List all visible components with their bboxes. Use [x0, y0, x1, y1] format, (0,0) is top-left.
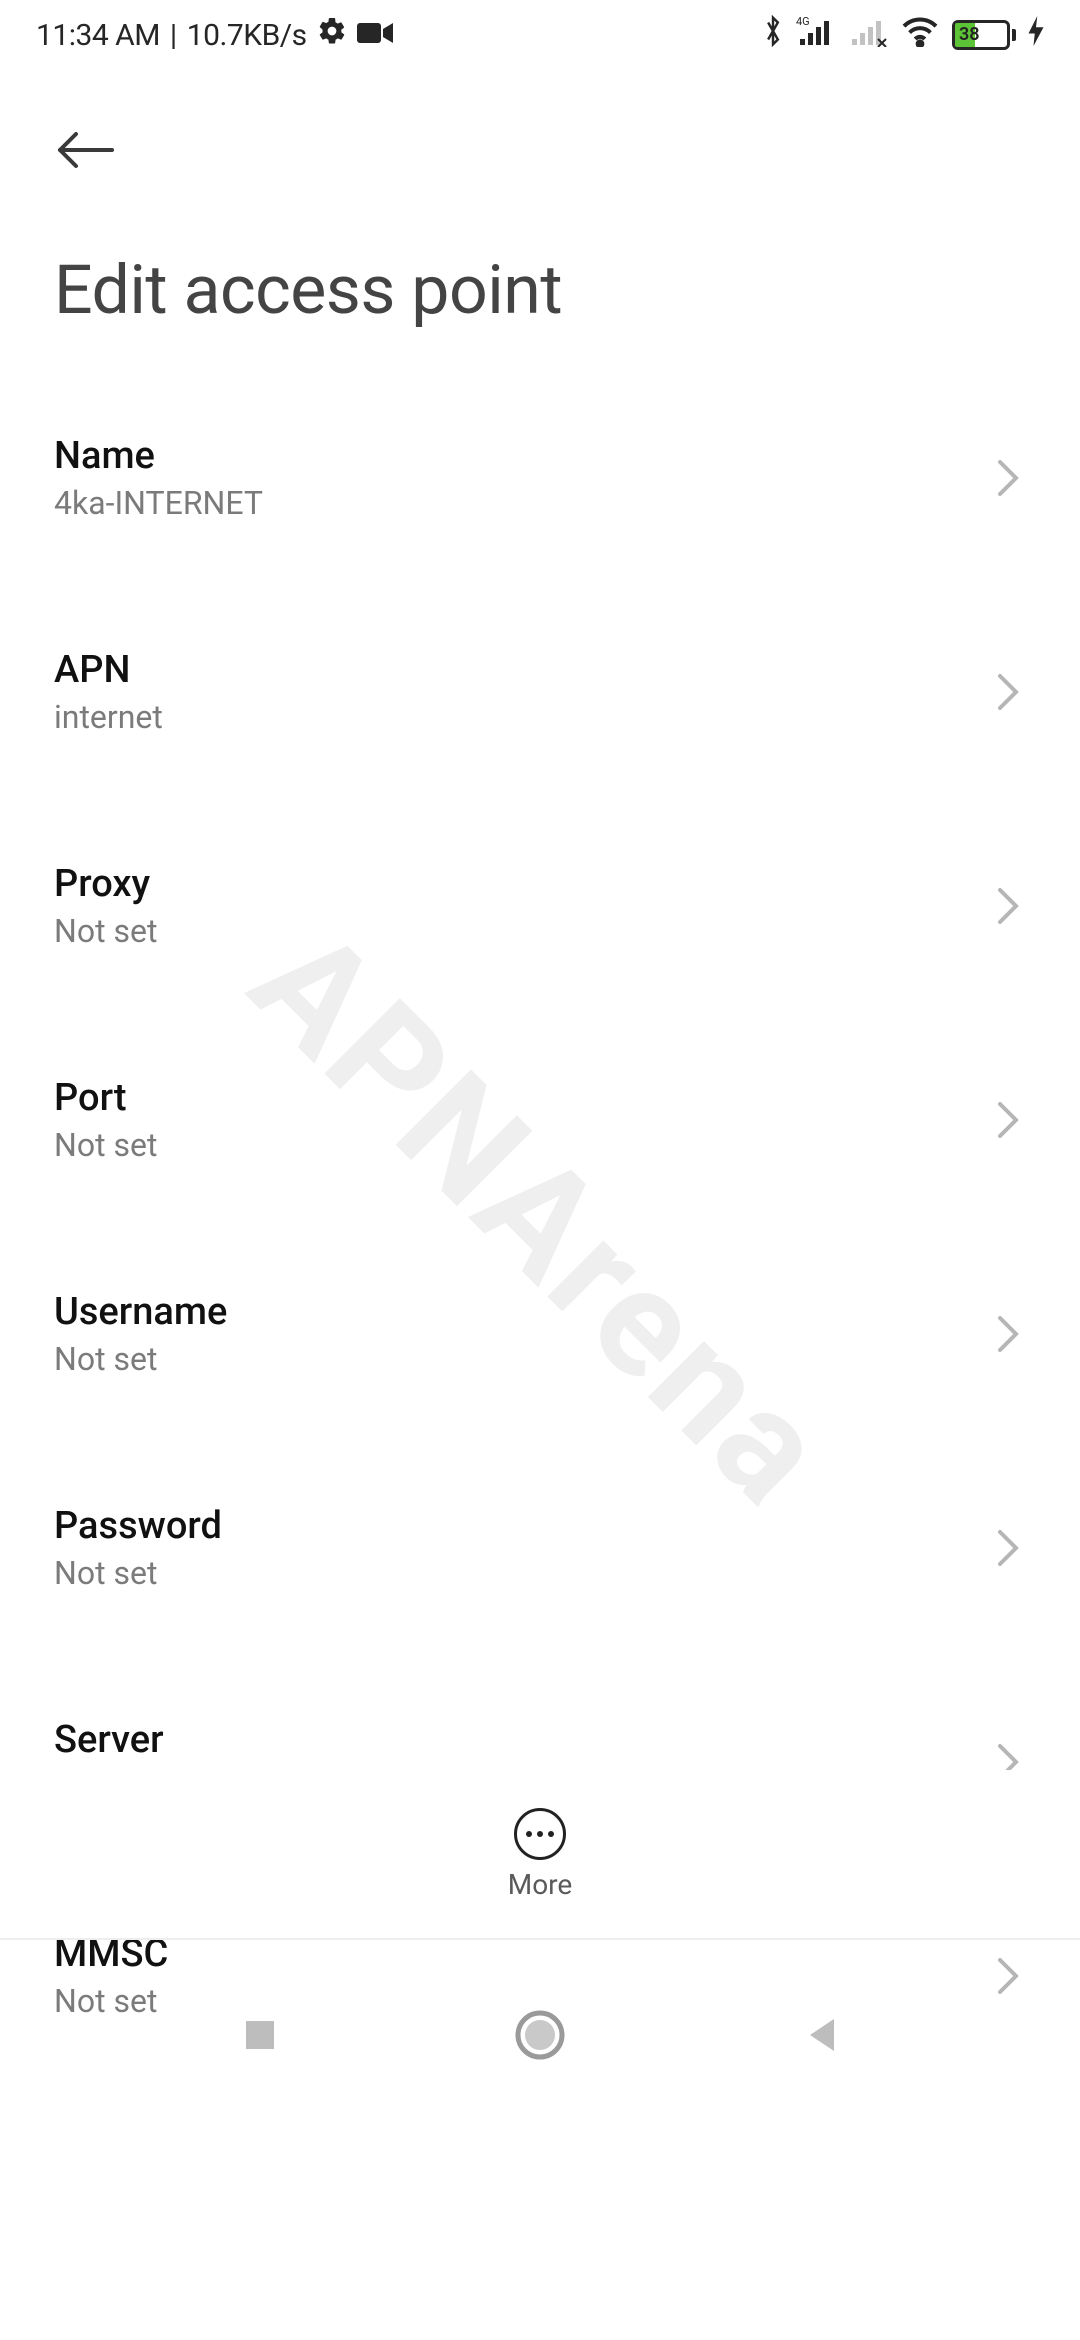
chevron-right-icon — [996, 886, 1020, 926]
chevron-right-icon — [996, 1314, 1020, 1354]
nav-home-button[interactable] — [500, 1995, 580, 2075]
more-dots-icon — [514, 1808, 566, 1860]
nav-recent-button[interactable] — [220, 1995, 300, 2075]
chevron-right-icon — [996, 672, 1020, 712]
row-title: APN — [54, 648, 163, 692]
row-value: 4ka-INTERNET — [54, 484, 263, 522]
row-value: Not set — [54, 912, 157, 950]
square-icon — [242, 2017, 278, 2053]
row-title: Name — [54, 434, 263, 478]
row-proxy[interactable]: Proxy Not set — [0, 828, 1080, 984]
battery-icon: 38 — [952, 20, 1016, 50]
nav-back-button[interactable] — [780, 1995, 860, 2075]
row-name[interactable]: Name 4ka-INTERNET — [0, 400, 1080, 556]
row-title: Username — [54, 1290, 227, 1334]
more-button[interactable]: More — [508, 1808, 573, 1901]
chevron-right-icon — [996, 1528, 1020, 1568]
chevron-right-icon — [996, 1100, 1020, 1140]
row-username[interactable]: Username Not set — [0, 1256, 1080, 1412]
status-separator: | — [170, 18, 177, 53]
row-title: Server — [54, 1718, 164, 1762]
status-bar: 11:34 AM | 10.7KB/s 4G — [0, 0, 1080, 70]
battery-percent: 38 — [959, 23, 980, 47]
row-value: Not set — [54, 1340, 227, 1378]
bluetooth-icon — [762, 14, 784, 56]
row-title: Proxy — [54, 862, 157, 906]
row-value: internet — [54, 698, 163, 736]
chevron-right-icon — [996, 458, 1020, 498]
row-title: Password — [54, 1504, 222, 1548]
arrow-left-icon — [54, 130, 118, 170]
svg-text:4G: 4G — [796, 15, 810, 28]
row-value: Not set — [54, 1554, 222, 1592]
circle-icon — [514, 2009, 566, 2061]
back-button[interactable] — [54, 114, 126, 186]
page-title: Edit access point — [0, 186, 1080, 370]
signal-nosim-icon — [848, 15, 888, 55]
status-netspeed: 10.7KB/s — [187, 18, 307, 53]
charging-icon — [1028, 16, 1044, 54]
row-title: Port — [54, 1076, 157, 1120]
wifi-icon — [900, 15, 940, 55]
signal-4g-icon: 4G — [796, 15, 836, 55]
system-nav-bar — [0, 1940, 1080, 2130]
triangle-left-icon — [802, 2015, 838, 2055]
row-port[interactable]: Port Not set — [0, 1042, 1080, 1198]
status-time: 11:34 AM — [36, 18, 160, 53]
more-label: More — [508, 1868, 573, 1901]
row-apn[interactable]: APN internet — [0, 614, 1080, 770]
more-bar: More — [0, 1770, 1080, 1940]
gear-icon — [317, 16, 347, 54]
row-password[interactable]: Password Not set — [0, 1470, 1080, 1626]
row-value: Not set — [54, 1126, 157, 1164]
camera-icon — [357, 18, 393, 53]
